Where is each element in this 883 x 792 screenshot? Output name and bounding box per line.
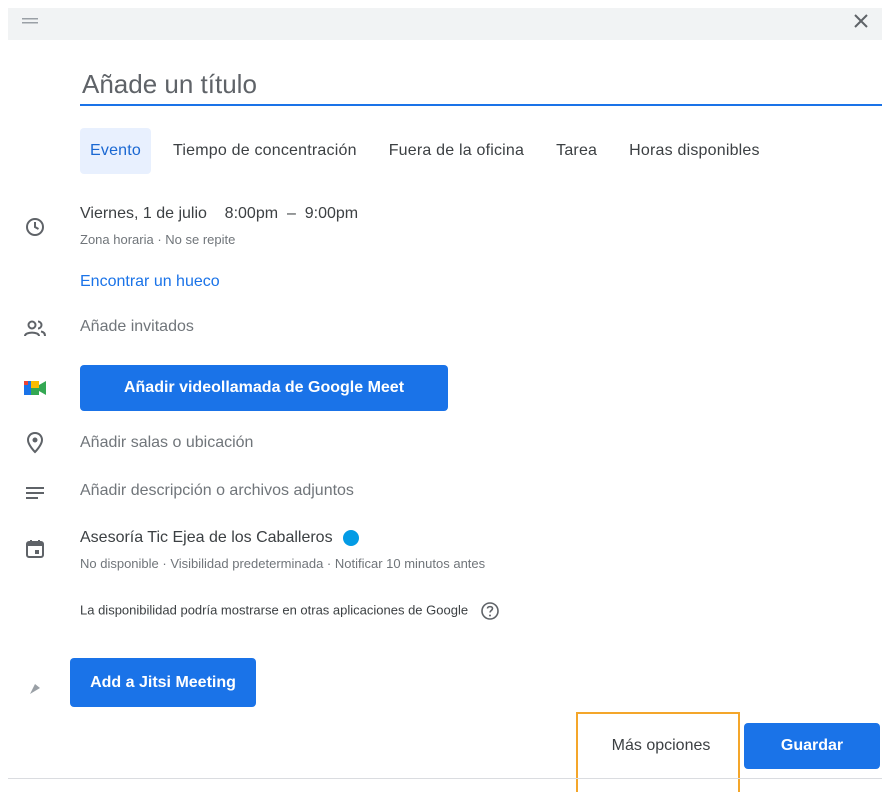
add-location-field[interactable]: Añadir salas o ubicación xyxy=(80,434,253,452)
help-icon[interactable] xyxy=(480,601,500,621)
jitsi-icon xyxy=(22,676,48,702)
add-guests-field[interactable]: Añade invitados xyxy=(80,318,194,336)
drag-handle-icon[interactable] xyxy=(22,16,38,26)
tab-fuera-oficina[interactable]: Fuera de la oficina xyxy=(379,128,534,174)
description-icon xyxy=(22,480,48,506)
add-google-meet-button[interactable]: Añadir videollamada de Google Meet xyxy=(80,365,448,411)
timezone-recurrence[interactable]: Zona horaria · No se repite xyxy=(80,232,235,247)
event-title-input[interactable] xyxy=(80,64,882,106)
availability-note-text: La disponibilidad podría mostrarse en ot… xyxy=(80,602,469,618)
find-slot-link[interactable]: Encontrar un hueco xyxy=(80,273,220,291)
tab-horas-disponibles[interactable]: Horas disponibles xyxy=(619,128,770,174)
calendar-icon xyxy=(22,536,48,562)
add-jitsi-meeting-button[interactable]: Add a Jitsi Meeting xyxy=(70,658,256,707)
save-button[interactable]: Guardar xyxy=(744,723,880,769)
close-icon[interactable] xyxy=(852,12,870,30)
event-type-tabs: Evento Tiempo de concentración Fuera de … xyxy=(80,128,782,174)
availability-note: La disponibilidad podría mostrarse en ot… xyxy=(80,601,500,621)
calendar-color-dot xyxy=(342,529,359,546)
calendar-selector[interactable]: Asesoría Tic Ejea de los Caballeros xyxy=(80,529,359,547)
add-description-field[interactable]: Añadir descripción o archivos adjuntos xyxy=(80,482,354,500)
location-pin-icon xyxy=(22,430,48,456)
calendar-details[interactable]: No disponible · Visibilidad predetermina… xyxy=(80,556,485,571)
tab-tiempo-concentracion[interactable]: Tiempo de concentración xyxy=(163,128,367,174)
more-options-button[interactable]: Más opciones xyxy=(588,724,734,768)
clock-icon xyxy=(22,214,48,240)
dialog-header xyxy=(8,8,882,40)
guests-icon xyxy=(22,316,48,342)
bottom-divider xyxy=(8,778,882,779)
tab-tarea[interactable]: Tarea xyxy=(546,128,607,174)
calendar-name: Asesoría Tic Ejea de los Caballeros xyxy=(80,529,333,546)
event-datetime[interactable]: Viernes, 1 de julio 8:00pm – 9:00pm xyxy=(80,205,358,223)
tab-evento[interactable]: Evento xyxy=(80,128,152,174)
google-meet-icon xyxy=(22,375,48,401)
